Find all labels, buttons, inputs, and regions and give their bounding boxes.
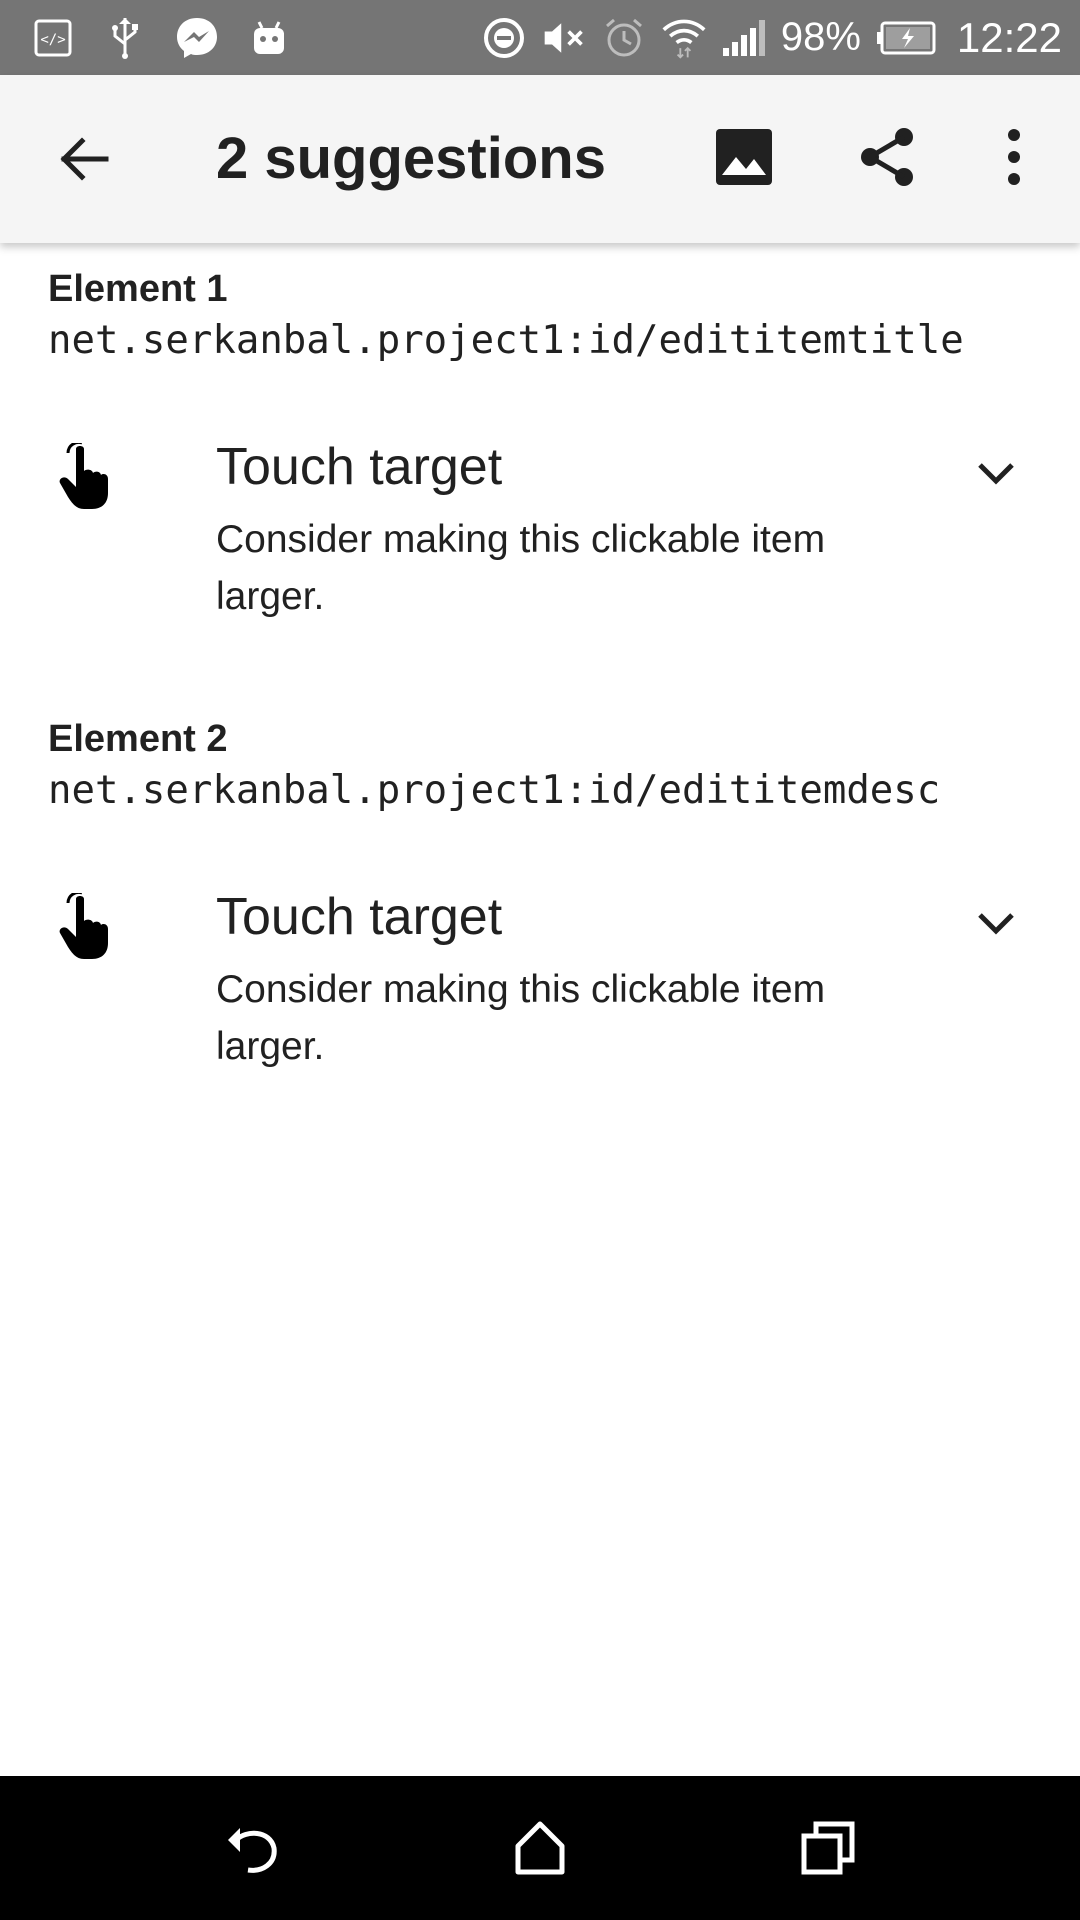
svg-text:</>: </>: [40, 32, 65, 48]
android-icon: [246, 15, 292, 61]
app-bar: 2 suggestions: [0, 75, 1080, 243]
nav-recents-icon: [801, 1821, 855, 1875]
clock: 12:22: [956, 14, 1062, 61]
suggestion-title: Touch target: [216, 888, 503, 946]
share-icon: [861, 128, 913, 186]
element-id: net.serkanbal.project1:id/edititemdesc: [48, 768, 941, 813]
battery-percent: 98%: [780, 15, 861, 59]
suggestion-description: Consider making this clickable item larg…: [216, 518, 826, 618]
messenger-icon: [174, 15, 220, 61]
touch-hand-icon: [59, 443, 108, 509]
nav-home-button[interactable]: [510, 1818, 570, 1878]
suggestion-item[interactable]: Touch target Consider making this clicka…: [0, 888, 1080, 1113]
status-bar-system: 98% 12:22: [481, 0, 1062, 75]
suggestion-description: Consider making this clickable item larg…: [216, 968, 826, 1068]
more-options-button[interactable]: [996, 125, 1032, 189]
share-button[interactable]: [856, 125, 920, 189]
navigation-bar: [0, 1776, 1080, 1920]
alarm-icon: [601, 15, 647, 61]
back-arrow-icon: [60, 137, 109, 181]
dnd-icon: [481, 15, 527, 61]
wifi-icon: [661, 15, 707, 61]
touch-hand-icon: [59, 893, 108, 959]
suggestion-item[interactable]: Touch target Consider making this clicka…: [0, 438, 1080, 663]
nav-recents-button[interactable]: [798, 1818, 858, 1878]
mute-icon: [541, 15, 587, 61]
element-header: Element 1 net.serkanbal.project1:id/edit…: [48, 265, 1048, 369]
suggestion-title: Touch target: [216, 438, 503, 496]
usb-icon: [102, 15, 148, 61]
chevron-down-icon[interactable]: [968, 895, 1024, 951]
element-id: net.serkanbal.project1:id/edititemtitle: [48, 318, 964, 363]
chevron-down-icon[interactable]: [968, 445, 1024, 501]
element-label: Element 2: [48, 718, 228, 760]
element-header: Element 2 net.serkanbal.project1:id/edit…: [48, 715, 1048, 819]
element-label: Element 1: [48, 268, 228, 310]
image-icon: [716, 129, 772, 185]
suggestions-list: Element 1 net.serkanbal.project1:id/edit…: [0, 243, 1080, 1776]
status-bar-notifications: </>: [30, 0, 292, 75]
nav-back-icon: [228, 1828, 277, 1873]
nav-home-icon: [515, 1821, 565, 1875]
battery-charging-icon: [875, 15, 937, 61]
back-button[interactable]: [54, 129, 114, 189]
page-title: 2 suggestions: [216, 126, 606, 191]
nav-back-button[interactable]: [222, 1818, 282, 1878]
image-button[interactable]: [712, 125, 776, 189]
more-vert-icon: [1008, 129, 1020, 185]
code-icon: </>: [30, 15, 76, 61]
status-bar: </> 98% 12:22: [0, 0, 1080, 75]
signal-icon: [721, 15, 767, 61]
